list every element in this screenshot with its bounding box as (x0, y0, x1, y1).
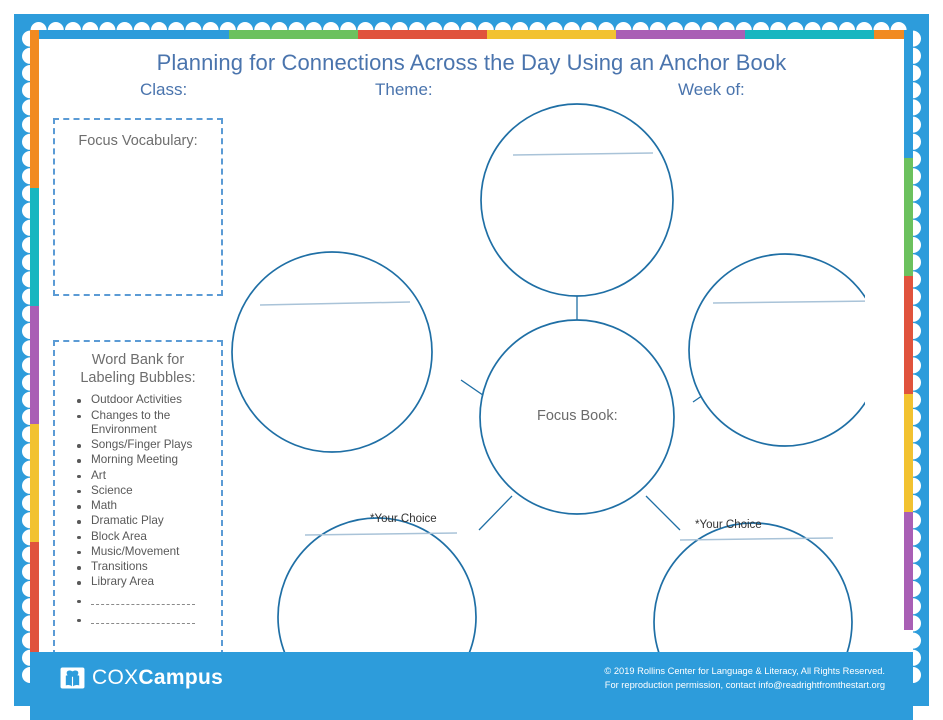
word-bank-item: Songs/Finger Plays (77, 438, 215, 452)
border-segment-top-blue (37, 30, 229, 39)
class-label: Class: (140, 80, 188, 99)
focus-vocabulary-heading: Focus Vocabulary: (78, 133, 198, 149)
bubble-top (480, 103, 674, 297)
logo-cox-text: COX (92, 666, 139, 689)
cox-campus-logo[interactable]: COXCampus (60, 666, 223, 690)
word-bank-item: Art (77, 469, 215, 483)
spoke-bottom-right (645, 495, 681, 531)
word-bank-item: Dramatic Play (77, 514, 215, 528)
border-segment-top-purple (616, 30, 745, 39)
cox-campus-wordmark: COXCampus (92, 666, 223, 690)
word-bank-heading-line2: Labeling Bubbles: (80, 370, 196, 387)
word-bank-blank-line (91, 614, 195, 624)
border-segment-top-green (229, 30, 358, 39)
bubble-label-bottom-left: *Your Choice (370, 513, 437, 525)
word-bank-item: Math (77, 499, 215, 513)
border-segment-left-purple (30, 306, 39, 424)
worksheet-sheet: Planning for Connections Across the Day … (30, 30, 913, 690)
border-segment-right-purple (904, 512, 913, 630)
word-bank-item: Transitions (77, 560, 215, 574)
word-bank-blank-row[interactable] (77, 595, 215, 609)
bubble-label-bottom-right: *Your Choice (695, 519, 762, 531)
word-bank-blank-row[interactable] (77, 614, 215, 628)
bubble-map (231, 103, 865, 660)
word-bank-heading-line1: Word Bank for (91, 352, 185, 368)
word-bank-item: Music/Movement (77, 545, 215, 559)
bubble-right (688, 253, 865, 447)
word-bank-item: Changes to the Environment (77, 409, 215, 438)
worksheet-page: Planning for Connections Across the Day … (0, 0, 943, 720)
copyright-line-2: For reproduction permission, contact inf… (604, 680, 885, 691)
word-bank-heading: Word Bank for Labeling Bubbles: (55, 351, 221, 387)
focus-vocabulary-box[interactable]: Focus Vocabulary: (53, 118, 223, 296)
word-bank-blank-line (91, 595, 195, 605)
word-bank-box: Word Bank for Labeling Bubbles: Outdoor … (53, 340, 223, 666)
bubble-bottom-right (653, 522, 853, 660)
border-segment-right-yellow (904, 394, 913, 512)
copyright-line-1: © 2019 Rollins Center for Language & Lit… (604, 666, 885, 676)
word-bank-item: Outdoor Activities (77, 393, 215, 407)
border-segment-left-yellow (30, 424, 39, 542)
word-bank-item: Morning Meeting (77, 453, 215, 467)
spoke-bottom-left (478, 495, 513, 531)
open-book-heart-icon (60, 667, 85, 689)
border-segment-right-green (904, 158, 913, 276)
footer-bar: COXCampus © 2019 Rollins Center for Lang… (30, 652, 913, 720)
border-segment-top-yellow (487, 30, 616, 39)
word-bank-item: Library Area (77, 575, 215, 589)
page-title: Planning for Connections Across the Day … (156, 50, 787, 75)
copyright-block: © 2019 Rollins Center for Language & Lit… (604, 664, 885, 693)
word-bank-item: Science (77, 484, 215, 498)
bubble-bottom-left (277, 517, 477, 660)
border-segment-right-red (904, 276, 913, 394)
word-bank-item: Block Area (77, 530, 215, 544)
border-segment-top-teal (745, 30, 874, 39)
word-bank-list: Outdoor Activities Changes to the Environ… (55, 393, 221, 628)
logo-campus-text: Campus (138, 666, 224, 689)
focus-book-label: Focus Book: (537, 408, 618, 424)
border-segment-left-teal (30, 188, 39, 306)
border-segment-top-red (358, 30, 487, 39)
bubble-left (231, 251, 433, 453)
